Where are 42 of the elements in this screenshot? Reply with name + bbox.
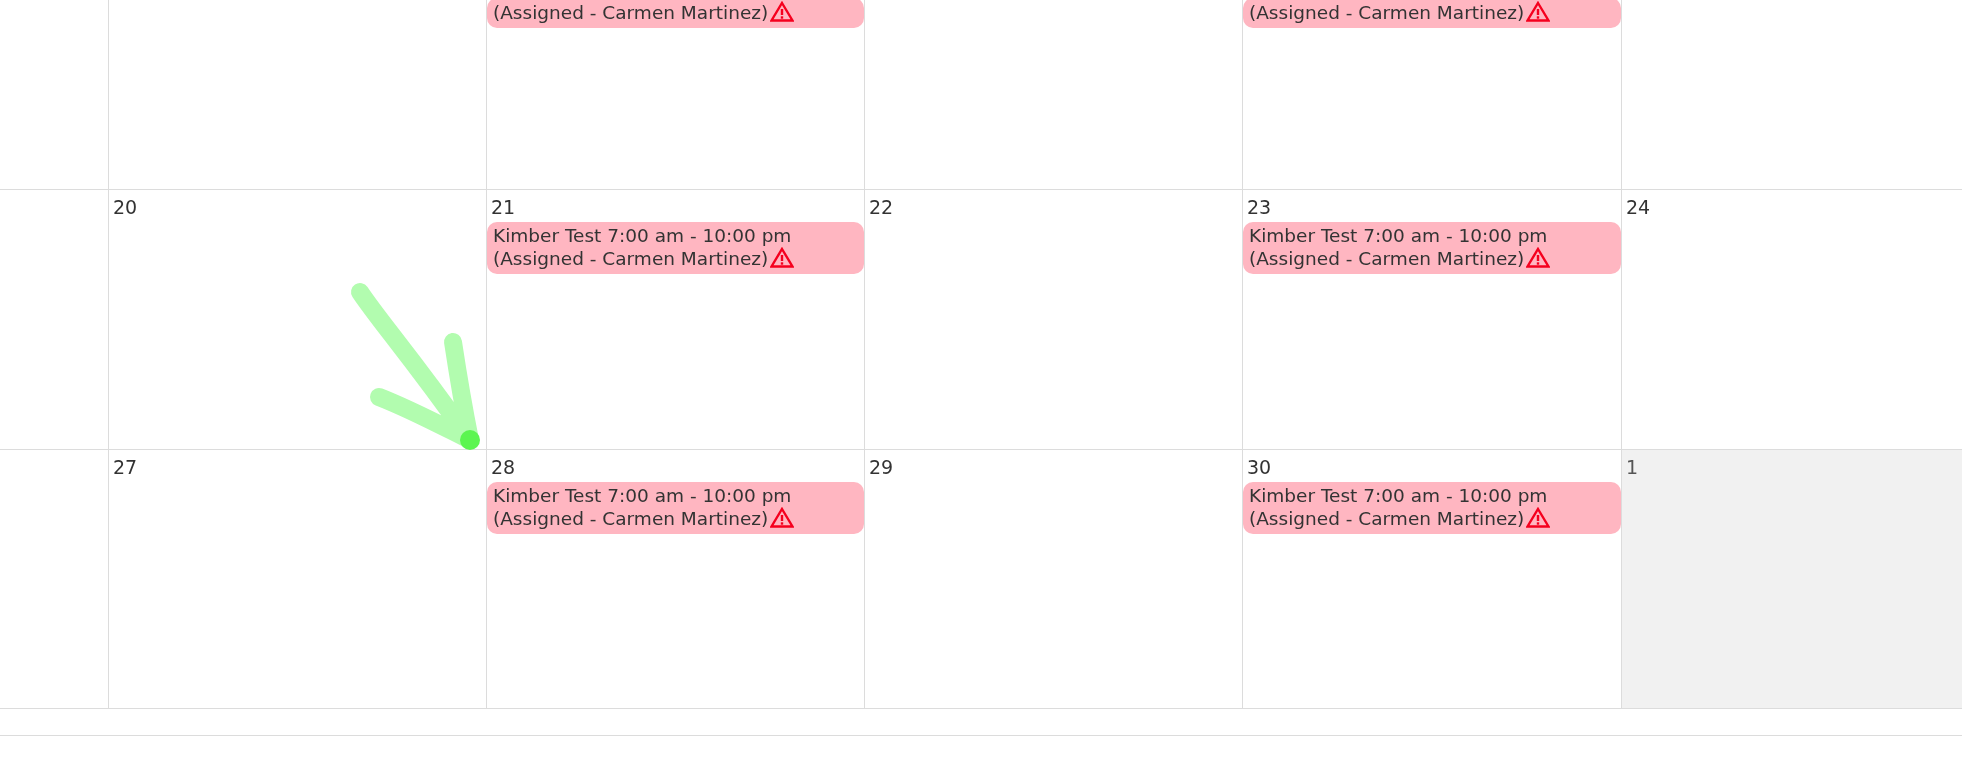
calendar-event[interactable]: Kimber Test 7:00 am - 10:00 pm (Assigned - Carmen Martinez): [487, 222, 864, 274]
event-assignee: (Assigned - Carmen Martinez): [493, 2, 769, 23]
day-number: 20: [112, 195, 138, 218]
day-cell[interactable]: 20: [109, 190, 487, 450]
calendar-event[interactable]: (Assigned - Carmen Martinez): [1243, 0, 1621, 28]
event-title: Kimber Test 7:00 am - 10:00 pm: [493, 225, 792, 246]
event-assignee: (Assigned - Carmen Martinez): [1249, 2, 1525, 23]
event-assignee: (Assigned - Carmen Martinez): [1249, 248, 1525, 269]
event-assignee: (Assigned - Carmen Martinez): [493, 248, 769, 269]
day-cell[interactable]: 28 Kimber Test 7:00 am - 10:00 pm (Assigned - Carmen Martinez): [487, 450, 865, 709]
day-number: 28: [490, 455, 516, 478]
day-cell[interactable]: 27: [109, 450, 487, 709]
calendar-event[interactable]: Kimber Test 7:00 am - 10:00 pm (Assigned - Carmen Martinez): [487, 482, 864, 534]
day-number: 23: [1246, 195, 1272, 218]
calendar-event[interactable]: Kimber Test 7:00 am - 10:00 pm (Assigned - Carmen Martinez): [1243, 222, 1621, 274]
day-cell[interactable]: [0, 0, 109, 190]
day-cell[interactable]: (Assigned - Carmen Martinez): [1243, 0, 1622, 190]
day-cell[interactable]: 21 Kimber Test 7:00 am - 10:00 pm (Assigned - Carmen Martinez): [487, 190, 865, 450]
day-cell[interactable]: 1: [1622, 450, 1962, 709]
day-number: 29: [868, 455, 894, 478]
day-number: 1: [1625, 455, 1639, 478]
day-cell[interactable]: 23 Kimber Test 7:00 am - 10:00 pm (Assigned - Carmen Martinez): [1243, 190, 1622, 450]
event-title: Kimber Test 7:00 am - 10:00 pm: [1249, 225, 1548, 246]
day-cell[interactable]: [0, 450, 109, 709]
calendar-event[interactable]: Kimber Test 7:00 am - 10:00 pm (Assigned - Carmen Martinez): [1243, 482, 1621, 534]
day-number: 27: [112, 455, 138, 478]
day-cell[interactable]: [109, 0, 487, 190]
day-cell[interactable]: 22: [865, 190, 1243, 450]
day-cell[interactable]: [865, 0, 1243, 190]
calendar-event[interactable]: (Assigned - Carmen Martinez): [487, 0, 864, 28]
event-title: Kimber Test 7:00 am - 10:00 pm: [493, 485, 792, 506]
event-assignee: (Assigned - Carmen Martinez): [493, 508, 769, 529]
event-title: Kimber Test 7:00 am - 10:00 pm: [1249, 485, 1548, 506]
day-number: 21: [490, 195, 516, 218]
day-number: 22: [868, 195, 894, 218]
day-cell[interactable]: 29: [865, 450, 1243, 709]
day-cell[interactable]: (Assigned - Carmen Martinez): [487, 0, 865, 190]
day-cell[interactable]: 30 Kimber Test 7:00 am - 10:00 pm (Assigned - Carmen Martinez): [1243, 450, 1622, 709]
event-assignee: (Assigned - Carmen Martinez): [1249, 508, 1525, 529]
day-cell[interactable]: [0, 190, 109, 450]
day-number: 24: [1625, 195, 1651, 218]
day-number: 30: [1246, 455, 1272, 478]
